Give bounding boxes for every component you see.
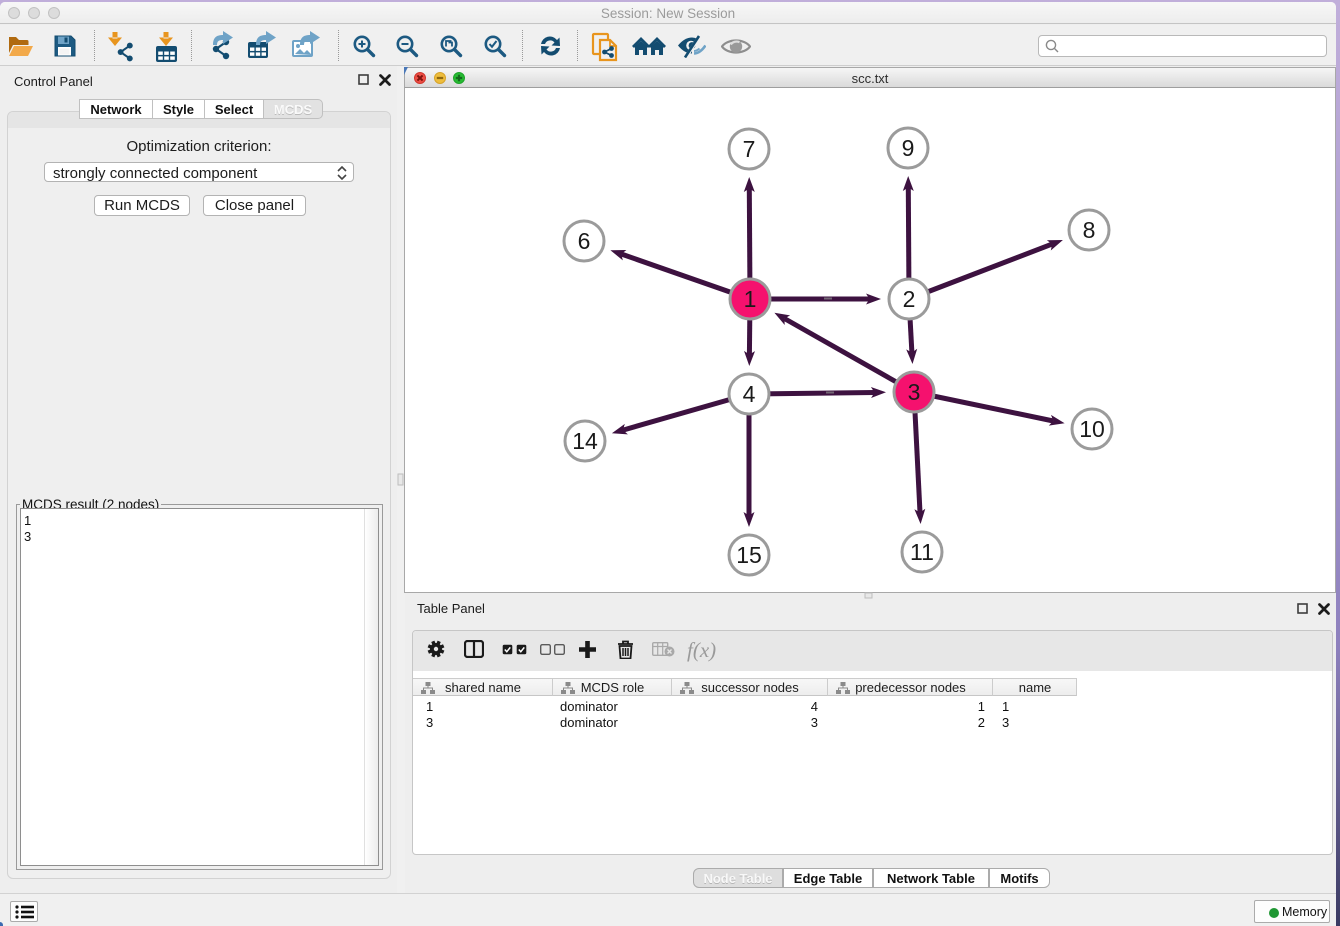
svg-text:6: 6	[578, 228, 591, 254]
svg-text:7: 7	[743, 136, 756, 162]
svg-text:14: 14	[572, 428, 598, 454]
svg-text:10: 10	[1079, 416, 1105, 442]
svg-text:9: 9	[902, 135, 915, 161]
svg-text:15: 15	[736, 542, 762, 568]
svg-text:1: 1	[744, 286, 757, 312]
svg-text:3: 3	[908, 379, 921, 405]
svg-text:4: 4	[743, 381, 756, 407]
svg-text:11: 11	[910, 539, 934, 565]
svg-text:8: 8	[1083, 217, 1096, 243]
svg-text:2: 2	[903, 286, 916, 312]
